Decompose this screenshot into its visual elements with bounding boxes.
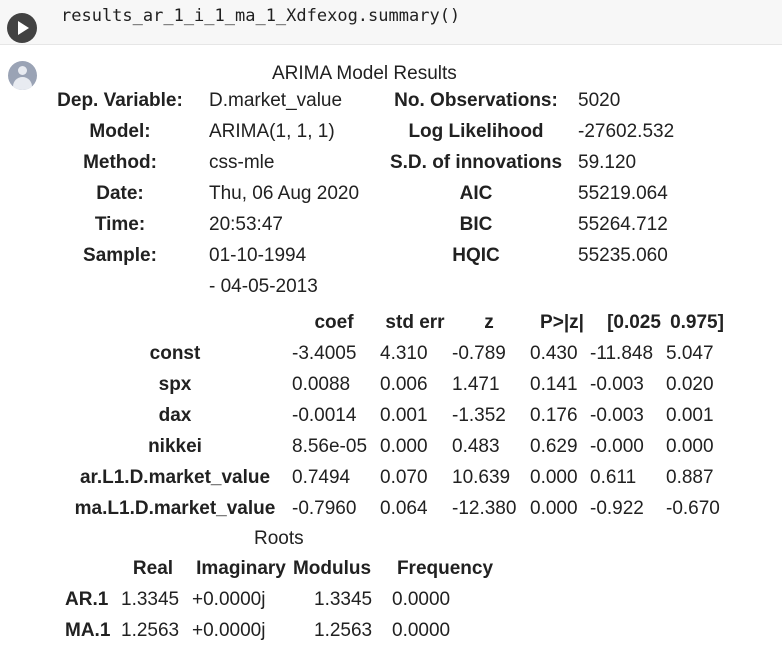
roots-value: 1.3345 [121, 589, 180, 610]
coef-row-label: dax [158, 405, 192, 426]
code-input[interactable]: results_ar_1_i_1_ma_1_Xdfexog.summary() [61, 6, 460, 26]
info-value: ARIMA(1, 1, 1) [209, 121, 335, 142]
info-value: 20:53:47 [209, 214, 283, 235]
summary-title: ARIMA Model Results [272, 63, 457, 84]
code-cell[interactable]: results_ar_1_i_1_ma_1_Xdfexog.summary() [0, 0, 782, 45]
info-value: 01-10-1994 [209, 245, 307, 266]
coef-value: -0.922 [590, 498, 644, 519]
coef-value: 0.001 [666, 405, 714, 426]
play-icon [18, 21, 29, 35]
coef-value: 0.0088 [292, 374, 351, 395]
coef-value: -0.789 [452, 343, 506, 364]
coef-value: -1.352 [452, 405, 506, 426]
info-value: -27602.532 [578, 121, 675, 142]
coef-row-label: ma.L1.D.market_value [74, 498, 276, 519]
roots-value: 1.2563 [314, 620, 373, 641]
coef-value: 0.483 [452, 436, 500, 457]
output-avatar-icon [8, 61, 37, 90]
coef-value: 0.070 [380, 467, 428, 488]
info-value: D.market_value [209, 90, 343, 111]
coef-value: -0.003 [590, 374, 644, 395]
info-value: 59.120 [578, 152, 637, 173]
roots-value: 1.2563 [121, 620, 180, 641]
info-value: - 04-05-2013 [209, 276, 318, 297]
coef-value: -0.7960 [292, 498, 357, 519]
coef-value: 0.000 [380, 436, 428, 457]
coef-row-label: ar.L1.D.market_value [79, 467, 271, 488]
coef-value: -11.848 [590, 343, 654, 364]
coef-value: 0.000 [666, 436, 714, 457]
coef-value: 0.629 [530, 436, 578, 457]
roots-row-label: MA.1 [65, 620, 111, 641]
coef-header: 0.975] [670, 312, 724, 333]
coef-value: -0.003 [590, 405, 644, 426]
coef-value: 0.7494 [292, 467, 351, 488]
coef-row-label: const [149, 343, 201, 364]
coef-value: -0.0014 [292, 405, 357, 426]
info-value: css-mle [209, 152, 275, 173]
coef-value: -12.380 [452, 498, 517, 519]
coef-value: 10.639 [452, 467, 511, 488]
run-cell-button[interactable] [7, 13, 37, 43]
coef-value: 1.471 [452, 374, 500, 395]
roots-title: Roots [254, 528, 304, 549]
coef-row-label: nikkei [148, 436, 202, 457]
coef-value: 0.001 [380, 405, 428, 426]
roots-value: +0.0000j [192, 589, 266, 610]
coef-value: 5.047 [666, 343, 714, 364]
coef-value: 0.020 [666, 374, 714, 395]
roots-value: 0.0000 [392, 620, 451, 641]
coef-value: 0.000 [530, 467, 578, 488]
coef-value: 4.310 [380, 343, 428, 364]
info-value: 5020 [578, 90, 621, 111]
roots-value: +0.0000j [192, 620, 266, 641]
coef-row-label: spx [158, 374, 192, 395]
info-value: 55219.064 [578, 183, 668, 204]
roots-value: 0.0000 [392, 589, 451, 610]
roots-value: 1.3345 [314, 589, 373, 610]
coef-value: 0.430 [530, 343, 578, 364]
coef-value: 0.006 [380, 374, 428, 395]
coef-value: -3.4005 [292, 343, 357, 364]
coef-value: 0.064 [380, 498, 428, 519]
info-value: 55235.060 [578, 245, 668, 266]
info-value: 55264.712 [578, 214, 668, 235]
roots-row-label: AR.1 [65, 589, 109, 610]
coef-value: 0.000 [530, 498, 578, 519]
coef-value: 0.176 [530, 405, 578, 426]
coef-value: -0.000 [590, 436, 644, 457]
coef-value: 0.887 [666, 467, 714, 488]
coef-value: 0.611 [590, 467, 637, 488]
coef-value: 8.56e-05 [292, 436, 368, 457]
coef-value: -0.670 [666, 498, 720, 519]
roots-header: Frequency [396, 558, 494, 579]
coef-value: 0.141 [530, 374, 578, 395]
